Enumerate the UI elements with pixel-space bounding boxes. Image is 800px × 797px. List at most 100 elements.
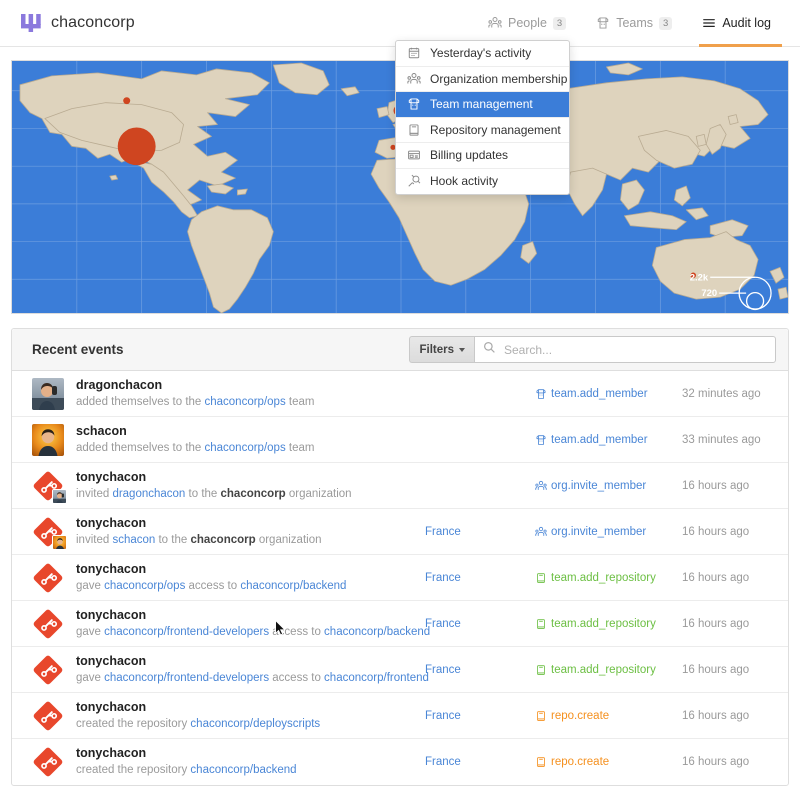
avatar-image: [32, 378, 64, 410]
event-username[interactable]: tonychacon: [76, 608, 430, 623]
event-row: tonychaconinvited schacon to the chaconc…: [12, 509, 788, 555]
filter-option-team-management[interactable]: Team management: [396, 92, 569, 118]
event-type-badge[interactable]: org.invite_member: [535, 480, 646, 492]
brand[interactable]: chaconcorp: [20, 12, 135, 34]
event-type-badge[interactable]: team.add_repository: [535, 618, 656, 630]
panel-header: Recent events Filters: [12, 329, 788, 371]
event-location[interactable]: France: [425, 710, 461, 722]
avatar-image: [32, 654, 64, 686]
map-legend-small-label: 720: [701, 288, 717, 299]
event-text: created the repository: [76, 718, 190, 730]
event-link[interactable]: chaconcorp/frontend-developers: [104, 626, 269, 638]
filter-option-yesterday-s-activity[interactable]: Yesterday's activity: [396, 41, 569, 67]
filter-option-billing-updates[interactable]: Billing updates: [396, 143, 569, 169]
nav-item-people-label: People: [508, 16, 547, 30]
event-link[interactable]: chaconcorp/backend: [324, 626, 430, 638]
credit-card-icon: [407, 148, 421, 162]
event-username[interactable]: dragonchacon: [76, 378, 314, 393]
event-username[interactable]: tonychacon: [76, 470, 352, 485]
event-username[interactable]: tonychacon: [76, 562, 346, 577]
avatar-image: [32, 608, 64, 640]
event-body: dragonchaconadded themselves to the chac…: [76, 378, 314, 410]
event-row: tonychacon created the repository chaconc…: [12, 693, 788, 739]
event-location[interactable]: France: [425, 526, 461, 538]
repo-icon: [535, 572, 547, 584]
avatar-image: [32, 562, 64, 594]
filter-option-repository-management[interactable]: Repository management: [396, 118, 569, 144]
avatar[interactable]: [32, 470, 64, 502]
event-description: invited schacon to the chaconcorp organi…: [76, 532, 322, 548]
filter-option-hook-activity[interactable]: Hook activity: [396, 169, 569, 195]
event-body: tonychacongave chaconcorp/ops access to …: [76, 562, 346, 594]
event-timestamp: 16 hours ago: [682, 480, 749, 492]
avatar[interactable]: [32, 424, 64, 456]
event-username[interactable]: tonychacon: [76, 700, 320, 715]
event-link[interactable]: chaconcorp/frontend: [324, 672, 429, 684]
repo-icon: [535, 756, 547, 768]
event-link[interactable]: chaconcorp/ops: [205, 442, 286, 454]
list-icon: [702, 16, 716, 30]
event-link[interactable]: chaconcorp/deployscripts: [190, 718, 320, 730]
avatar[interactable]: [32, 654, 64, 686]
search-box[interactable]: [474, 336, 776, 363]
event-location[interactable]: France: [425, 572, 461, 584]
event-row: tonychaconinvited dragonchacon to the ch…: [12, 463, 788, 509]
event-text: organization: [286, 488, 352, 500]
event-link[interactable]: chaconcorp/backend: [190, 764, 296, 776]
panel-tools: Filters: [409, 336, 776, 363]
nav-item-teams[interactable]: Teams 3: [581, 0, 687, 47]
secondary-avatar: [52, 489, 67, 504]
event-type-label: team.add_member: [551, 434, 648, 446]
filter-option-organization-membership[interactable]: Organization membership: [396, 67, 569, 93]
event-username[interactable]: schacon: [76, 424, 314, 439]
event-link[interactable]: dragonchacon: [112, 488, 185, 500]
event-type-badge[interactable]: org.invite_member: [535, 526, 646, 538]
event-description: invited dragonchacon to the chaconcorp o…: [76, 486, 352, 502]
filters-button-label: Filters: [419, 344, 454, 356]
nav-item-people-count: 3: [553, 17, 566, 30]
event-type-badge[interactable]: team.add_repository: [535, 664, 656, 676]
event-type-badge[interactable]: team.add_repository: [535, 572, 656, 584]
repo-icon: [535, 618, 547, 630]
event-location[interactable]: France: [425, 618, 461, 630]
event-type-badge[interactable]: repo.create: [535, 710, 609, 722]
event-type-badge[interactable]: team.add_member: [535, 388, 648, 400]
event-text: access to: [269, 626, 324, 638]
event-username[interactable]: tonychacon: [76, 746, 297, 761]
event-location[interactable]: France: [425, 756, 461, 768]
event-timestamp: 16 hours ago: [682, 572, 749, 584]
event-text: created the repository: [76, 764, 190, 776]
people-icon: [407, 72, 421, 86]
avatar[interactable]: [32, 516, 64, 548]
event-row: tonychacongave chaconcorp/frontend-devel…: [12, 647, 788, 693]
event-text: access to: [269, 672, 324, 684]
event-description: gave chaconcorp/frontend-developers acce…: [76, 624, 430, 640]
event-username[interactable]: tonychacon: [76, 516, 322, 531]
avatar[interactable]: [32, 608, 64, 640]
filters-dropdown-menu[interactable]: Yesterday's activityOrganization members…: [395, 40, 570, 195]
event-location[interactable]: France: [425, 664, 461, 676]
filters-button[interactable]: Filters: [409, 336, 474, 363]
nav-item-audit-log[interactable]: Audit log: [687, 0, 786, 47]
calendar-icon: [407, 46, 421, 60]
avatar[interactable]: [32, 700, 64, 732]
avatar[interactable]: [32, 378, 64, 410]
event-username[interactable]: tonychacon: [76, 654, 429, 669]
nav-item-audit-log-label: Audit log: [722, 16, 771, 30]
event-link[interactable]: schacon: [112, 534, 155, 546]
event-link[interactable]: chaconcorp/frontend-developers: [104, 672, 269, 684]
event-link[interactable]: chaconcorp/ops: [104, 580, 185, 592]
filter-option-label: Team management: [430, 97, 533, 111]
event-type-badge[interactable]: team.add_member: [535, 434, 648, 446]
event-timestamp: 16 hours ago: [682, 710, 749, 722]
avatar[interactable]: [32, 746, 64, 778]
event-row: tonychacongave chaconcorp/frontend-devel…: [12, 601, 788, 647]
search-input[interactable]: [502, 342, 767, 358]
event-type-label: team.add_repository: [551, 572, 656, 584]
event-link[interactable]: chaconcorp/ops: [205, 396, 286, 408]
event-description: created the repository chaconcorp/backen…: [76, 762, 297, 778]
event-type-badge[interactable]: repo.create: [535, 756, 609, 768]
event-link[interactable]: chaconcorp/backend: [240, 580, 346, 592]
event-text: invited: [76, 534, 112, 546]
avatar[interactable]: [32, 562, 64, 594]
